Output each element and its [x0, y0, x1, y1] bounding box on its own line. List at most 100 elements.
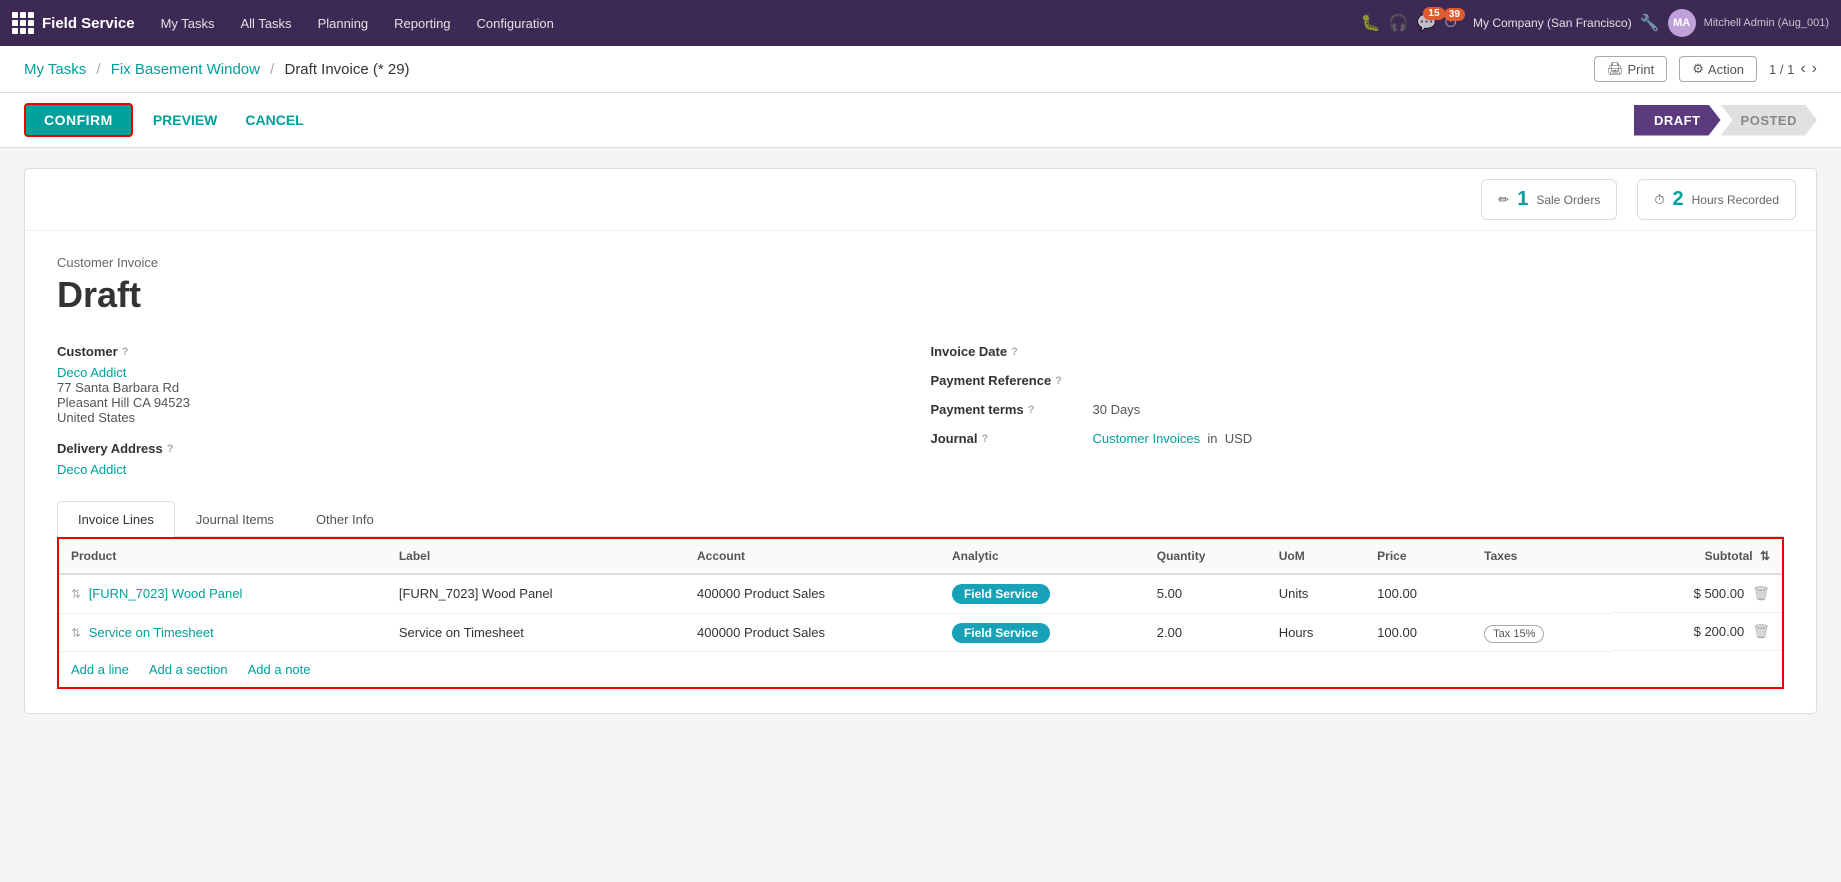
row2-delete-icon[interactable]: 🗑	[1752, 623, 1770, 640]
messages-badge[interactable]: 💬 15	[1417, 13, 1437, 33]
timer-badge[interactable]: ⏱ 39	[1445, 14, 1457, 32]
menu-configuration[interactable]: Configuration	[465, 10, 566, 37]
breadcrumb-fix-basement[interactable]: Fix Basement Window	[111, 61, 260, 78]
tab-other-info[interactable]: Other Info	[295, 501, 395, 537]
left-fields: Customer ? Deco Addict 77 Santa Barbara …	[57, 344, 911, 477]
sale-orders-button[interactable]: ✏ 1 Sale Orders	[1481, 179, 1617, 220]
page-navigation: 1 / 1 ‹ ›	[1769, 60, 1817, 78]
user-name[interactable]: Mitchell Admin (Aug_001)	[1704, 17, 1829, 29]
move-icon[interactable]: ⇅	[71, 626, 81, 640]
row1-analytic: Field Service	[940, 574, 1145, 613]
delivery-address-link[interactable]: Deco Addict	[57, 462, 126, 477]
right-fields: Invoice Date ? Payment Reference ?	[931, 344, 1785, 477]
row2-subtotal-value: $ 200.00	[1694, 624, 1745, 639]
add-note-link[interactable]: Add a note	[248, 662, 311, 677]
invoice-type: Customer Invoice	[57, 255, 1784, 270]
delivery-help-icon[interactable]: ?	[167, 443, 174, 455]
gear-icon: ⚙	[1692, 61, 1704, 77]
delivery-address-value: Deco Addict	[57, 462, 911, 477]
invoice-tabs: Invoice Lines Journal Items Other Info	[57, 501, 1784, 537]
delivery-address-field: Delivery Address ? Deco Addict	[57, 441, 911, 477]
add-line-link[interactable]: Add a line	[71, 662, 129, 677]
row1-label[interactable]: [FURN_7023] Wood Panel	[387, 574, 685, 613]
row2-subtotal: $ 200.00 🗑	[1613, 613, 1782, 651]
status-draft[interactable]: DRAFT	[1634, 105, 1721, 136]
customer-name[interactable]: Deco Addict	[57, 365, 126, 380]
row2-label[interactable]: Service on Timesheet	[387, 613, 685, 651]
customer-address-2: Pleasant Hill CA 94523	[57, 395, 190, 410]
row2-uom[interactable]: Hours	[1267, 613, 1365, 651]
table-row: ⇅ [FURN_7023] Wood Panel [FURN_7023] Woo…	[59, 574, 1782, 613]
row2-analytic-tag[interactable]: Field Service	[952, 623, 1050, 643]
page-next-button[interactable]: ›	[1812, 60, 1817, 78]
row1-account[interactable]: 400000 Product Sales	[685, 574, 940, 613]
row1-analytic-tag[interactable]: Field Service	[952, 584, 1050, 604]
headset-icon[interactable]: 🎧	[1389, 13, 1409, 33]
breadcrumb-bar: My Tasks / Fix Basement Window / Draft I…	[0, 46, 1841, 93]
company-label[interactable]: My Company (San Francisco)	[1473, 16, 1632, 30]
invoice-date-field: Invoice Date ?	[931, 344, 1785, 359]
move-icon[interactable]: ⇅	[71, 587, 81, 601]
row2-analytic: Field Service	[940, 613, 1145, 651]
customer-value: Deco Addict 77 Santa Barbara Rd Pleasant…	[57, 365, 911, 425]
th-uom: UoM	[1267, 539, 1365, 574]
action-button[interactable]: ⚙ Action	[1679, 56, 1757, 82]
menu-reporting[interactable]: Reporting	[382, 10, 462, 37]
th-product: Product	[59, 539, 387, 574]
payment-ref-help-icon[interactable]: ?	[1055, 375, 1062, 387]
table-header-row: Product Label Account Analytic Quantity …	[59, 539, 1782, 574]
row1-uom[interactable]: Units	[1267, 574, 1365, 613]
page-info: 1 / 1	[1769, 62, 1794, 77]
row2-product[interactable]: Service on Timesheet	[89, 625, 214, 640]
table-row: ⇅ Service on Timesheet Service on Timesh…	[59, 613, 1782, 651]
action-bar-left: CONFIRM PREVIEW CANCEL	[24, 103, 312, 137]
breadcrumb-sep-2: /	[270, 61, 274, 78]
customer-help-icon[interactable]: ?	[122, 346, 129, 358]
user-avatar[interactable]: MA	[1668, 9, 1696, 37]
row2-tax-badge[interactable]: Tax 15%	[1484, 625, 1544, 643]
row2-price[interactable]: 100.00	[1365, 613, 1472, 651]
payment-terms-help-icon[interactable]: ?	[1028, 404, 1035, 416]
payment-terms-value[interactable]: 30 Days	[1093, 402, 1141, 417]
breadcrumb-current: Draft Invoice (* 29)	[284, 61, 409, 78]
bug-icon[interactable]: 🐛	[1361, 13, 1381, 33]
confirm-button[interactable]: CONFIRM	[24, 103, 133, 137]
tab-journal-items[interactable]: Journal Items	[175, 501, 295, 537]
app-brand[interactable]: Field Service	[12, 12, 135, 34]
journal-help-icon[interactable]: ?	[981, 433, 988, 445]
invoice-lines-table-wrapper: Product Label Account Analytic Quantity …	[57, 537, 1784, 689]
breadcrumb-my-tasks[interactable]: My Tasks	[24, 61, 86, 78]
row2-account[interactable]: 400000 Product Sales	[685, 613, 940, 651]
subtotal-sort-icon[interactable]: ⇅	[1760, 549, 1770, 563]
settings-icon[interactable]: 🔧	[1640, 13, 1660, 33]
row1-subtotal-value: $ 500.00	[1694, 586, 1745, 601]
tab-invoice-lines[interactable]: Invoice Lines	[57, 501, 175, 537]
status-posted[interactable]: POSTED	[1721, 105, 1817, 136]
top-navigation: Field Service My Tasks All Tasks Plannin…	[0, 0, 1841, 46]
row1-quantity[interactable]: 5.00	[1145, 574, 1267, 613]
journal-name[interactable]: Customer Invoices	[1093, 431, 1201, 446]
row1-price[interactable]: 100.00	[1365, 574, 1472, 613]
th-subtotal: Subtotal ⇅	[1613, 539, 1782, 574]
row2-quantity[interactable]: 2.00	[1145, 613, 1267, 651]
row1-product[interactable]: [FURN_7023] Wood Panel	[89, 586, 243, 601]
invoice-date-help-icon[interactable]: ?	[1011, 346, 1018, 358]
add-section-link[interactable]: Add a section	[149, 662, 228, 677]
payment-reference-field: Payment Reference ?	[931, 373, 1785, 388]
menu-my-tasks[interactable]: My Tasks	[149, 10, 227, 37]
preview-button[interactable]: PREVIEW	[145, 108, 226, 132]
cancel-button[interactable]: CANCEL	[237, 108, 311, 132]
th-quantity: Quantity	[1145, 539, 1267, 574]
menu-all-tasks[interactable]: All Tasks	[229, 10, 304, 37]
apps-grid-icon[interactable]	[12, 12, 34, 34]
hours-recorded-button[interactable]: ⏱ 2 Hours Recorded	[1637, 179, 1796, 220]
menu-planning[interactable]: Planning	[306, 10, 381, 37]
print-button[interactable]: 🖨 Print	[1594, 56, 1667, 82]
printer-icon: 🖨	[1607, 61, 1624, 77]
status-bar: DRAFT POSTED	[1634, 105, 1817, 136]
sale-orders-label: Sale Orders	[1536, 193, 1600, 207]
page-prev-button[interactable]: ‹	[1800, 60, 1805, 78]
row2-move: ⇅ Service on Timesheet	[59, 613, 387, 651]
hours-recorded-count: 2	[1673, 188, 1684, 211]
row1-delete-icon[interactable]: 🗑	[1752, 585, 1770, 602]
